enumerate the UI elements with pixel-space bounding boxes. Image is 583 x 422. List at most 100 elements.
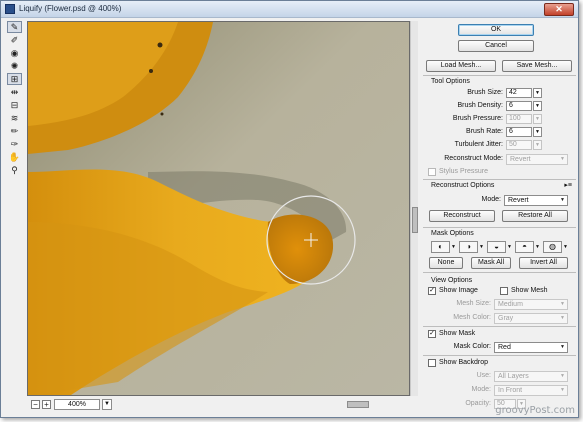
tool-options-section: Tool Options Brush Size: 42 ▼ Brush Dens… — [423, 75, 576, 176]
mesh-size-select[interactable]: Medium ▼ — [494, 299, 568, 310]
brush-rate-label: Brush Rate: — [466, 128, 503, 135]
use-select[interactable]: All Layers ▼ — [494, 371, 568, 382]
brush-density-input[interactable]: 6 — [506, 101, 532, 111]
reconstruct-mode-selected: Revert — [508, 197, 529, 204]
show-mask-checkbox[interactable]: ✓ — [428, 330, 436, 338]
flower-image — [28, 22, 409, 395]
invert-all-button[interactable]: Invert All — [519, 257, 568, 269]
backdrop-mode-select[interactable]: In Front ▼ — [494, 385, 568, 396]
intersect-with-selection-icon[interactable]: ◓ — [515, 241, 534, 253]
stylus-pressure-checkbox[interactable] — [428, 168, 436, 176]
chevron-down-icon: ▼ — [560, 156, 565, 162]
show-backdrop-label: Show Backdrop — [439, 359, 489, 366]
ok-button[interactable]: OK — [458, 24, 534, 36]
brush-pressure-label: Brush Pressure: — [452, 115, 503, 122]
twirl-tool-icon[interactable]: ◉ — [7, 47, 22, 59]
add-to-selection-icon[interactable]: ◑ — [459, 241, 478, 253]
reconstruct-button[interactable]: Reconstruct — [429, 210, 495, 222]
thaw-mask-tool-icon[interactable]: ✑ — [7, 138, 22, 150]
mesh-size-label: Mesh Size: — [456, 300, 491, 307]
mesh-color-value: Gray — [498, 315, 514, 322]
reconstruct-options-title: Reconstruct Options — [431, 182, 495, 189]
mirror-tool-icon[interactable]: ⊟ — [7, 99, 22, 111]
zoom-dropdown-icon[interactable]: ▼ — [102, 399, 112, 410]
reconstruct-mode-label: Reconstruct Mode: — [444, 155, 503, 162]
backdrop-mode-label: Mode: — [471, 386, 491, 393]
use-value: All Layers — [498, 373, 529, 380]
freeze-mask-tool-icon[interactable]: ✏ — [7, 125, 22, 137]
brush-size-dropdown-icon[interactable]: ▼ — [533, 88, 542, 98]
subtract-from-selection-icon[interactable]: ◒ — [487, 241, 506, 253]
bloat-tool-icon[interactable]: ⊞ — [7, 73, 22, 85]
tool-options-title: Tool Options — [431, 78, 470, 85]
close-button[interactable]: ✕ — [544, 3, 574, 16]
chevron-down-icon[interactable]: ▼ — [479, 244, 484, 250]
reconstruct-mode-value: Revert — [510, 156, 531, 163]
chevron-down-icon[interactable]: ▼ — [451, 244, 456, 250]
zoom-in-button[interactable]: + — [42, 400, 51, 409]
status-bar: − + 400% ▼ — [27, 398, 418, 412]
chevron-down-icon: ▼ — [560, 387, 565, 393]
turbulence-tool-icon[interactable]: ≋ — [7, 112, 22, 124]
vertical-scroll-thumb[interactable] — [412, 207, 418, 233]
reconstruct-mode-select[interactable]: Revert ▼ — [506, 154, 568, 165]
liquify-window: Liquify (Flower.psd @ 400%) ✕ ✎ ✐ ◉ ✺ ⊞ … — [0, 0, 579, 418]
turbulent-jitter-dropdown-icon[interactable]: ▼ — [533, 140, 542, 150]
chevron-down-icon[interactable]: ▼ — [507, 244, 512, 250]
pucker-tool-icon[interactable]: ✺ — [7, 60, 22, 72]
chevron-down-icon: ▼ — [560, 344, 565, 350]
mesh-color-label: Mesh Color: — [453, 314, 491, 321]
mask-color-value: Red — [498, 344, 511, 351]
mask-options-section: Mask Options ◐ ▼ ◑ ▼ ◒ ▼ ◓ ▼ ◍ ▼ None Ma… — [423, 227, 576, 269]
restore-all-button[interactable]: Restore All — [502, 210, 568, 222]
mesh-size-value: Medium — [498, 301, 523, 308]
show-backdrop-checkbox[interactable] — [428, 359, 436, 367]
liquify-toolbox: ✎ ✐ ◉ ✺ ⊞ ⇹ ⊟ ≋ ✏ ✑ ✋ ⚲ — [7, 21, 23, 181]
brush-rate-dropdown-icon[interactable]: ▼ — [533, 127, 542, 137]
show-mesh-checkbox[interactable] — [500, 287, 508, 295]
show-image-checkbox[interactable]: ✓ — [428, 287, 436, 295]
replace-selection-icon[interactable]: ◐ — [431, 241, 450, 253]
vertical-scrollbar[interactable] — [410, 21, 418, 396]
reconstruct-tool-icon[interactable]: ✐ — [7, 34, 22, 46]
load-mesh-button[interactable]: Load Mesh... — [426, 60, 496, 72]
zoom-tool-icon[interactable]: ⚲ — [7, 164, 22, 176]
brush-density-dropdown-icon[interactable]: ▼ — [533, 101, 542, 111]
mesh-color-select[interactable]: Gray ▼ — [494, 313, 568, 324]
forward-warp-tool-icon[interactable]: ✎ — [7, 21, 22, 33]
save-mesh-button[interactable]: Save Mesh... — [502, 60, 572, 72]
show-mesh-label: Show Mesh — [511, 287, 548, 294]
zoom-out-button[interactable]: − — [31, 400, 40, 409]
hand-tool-icon[interactable]: ✋ — [7, 151, 22, 163]
chevron-down-icon[interactable]: ▼ — [535, 244, 540, 250]
horizontal-scrollbar[interactable] — [147, 399, 418, 410]
mask-none-button[interactable]: None — [429, 257, 463, 269]
mask-color-select[interactable]: Red ▼ — [494, 342, 568, 353]
zoom-level-field[interactable]: 400% — [54, 399, 100, 410]
divider — [423, 326, 576, 327]
view-options-title: View Options — [431, 277, 473, 284]
options-panel: OK Cancel Load Mesh... Save Mesh... Tool… — [423, 21, 576, 413]
photoshop-app-icon — [5, 4, 15, 14]
brush-size-label: Brush Size: — [467, 89, 503, 96]
cancel-button[interactable]: Cancel — [458, 40, 534, 52]
push-left-tool-icon[interactable]: ⇹ — [7, 86, 22, 98]
chevron-down-icon[interactable]: ▼ — [563, 244, 568, 250]
invert-selection-icon[interactable]: ◍ — [543, 241, 562, 253]
show-mask-label: Show Mask — [439, 330, 476, 337]
mask-options-title: Mask Options — [431, 230, 474, 237]
reconstruct-mode-dropdown[interactable]: Revert ▼ — [504, 195, 568, 206]
panel-menu-icon[interactable]: ▸≡ — [564, 181, 572, 189]
mask-all-button[interactable]: Mask All — [471, 257, 511, 269]
backdrop-mode-value: In Front — [498, 387, 523, 394]
horizontal-scroll-thumb[interactable] — [347, 401, 369, 408]
turbulent-jitter-input[interactable]: 50 — [506, 140, 532, 150]
title-bar: Liquify (Flower.psd @ 400%) ✕ — [1, 1, 578, 18]
image-canvas[interactable] — [27, 21, 410, 396]
use-label: Use: — [476, 372, 491, 379]
brush-rate-input[interactable]: 6 — [506, 127, 532, 137]
brush-pressure-dropdown-icon[interactable]: ▼ — [533, 114, 542, 124]
brush-size-input[interactable]: 42 — [506, 88, 532, 98]
chevron-down-icon: ▼ — [560, 197, 565, 203]
brush-pressure-input[interactable]: 100 — [506, 114, 532, 124]
